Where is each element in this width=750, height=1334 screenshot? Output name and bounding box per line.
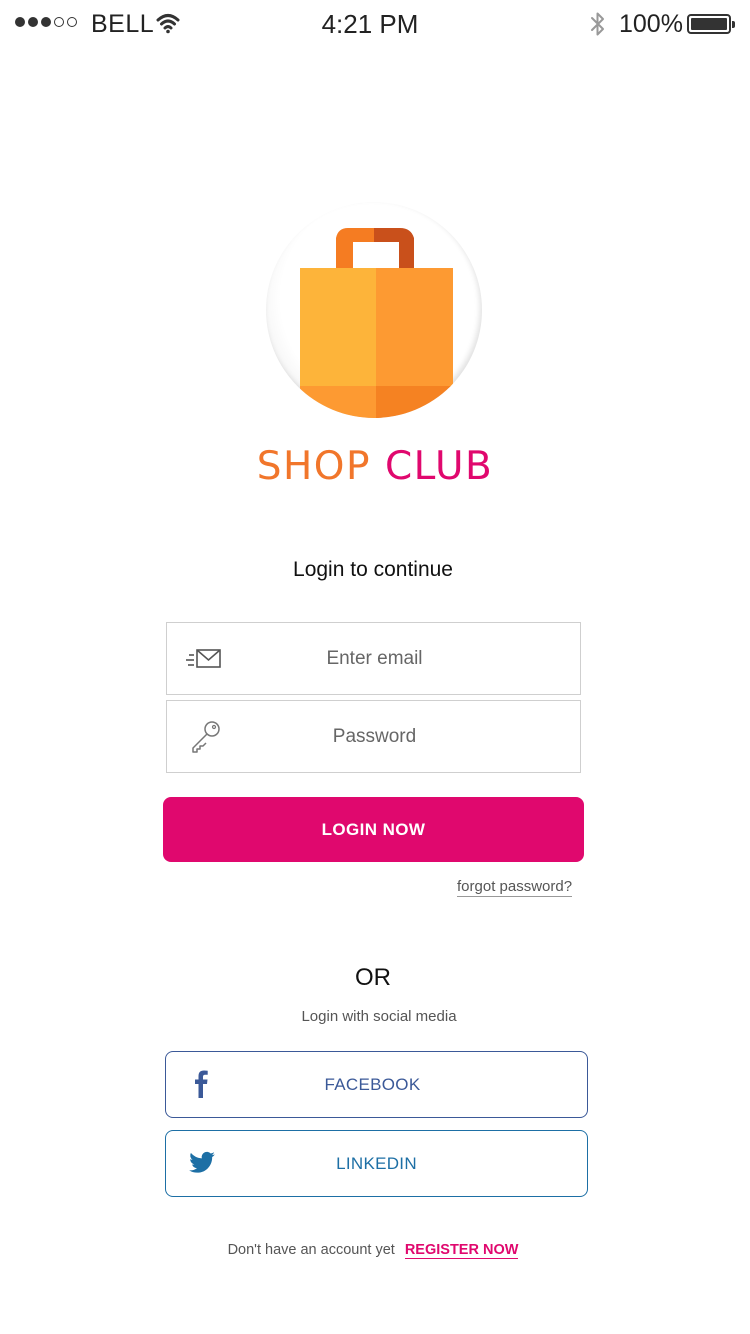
- email-input[interactable]: [227, 623, 522, 694]
- battery-percentage: 100%: [619, 10, 683, 38]
- shopping-bag-icon: [300, 228, 453, 418]
- password-field[interactable]: [166, 700, 581, 773]
- login-button[interactable]: LOGIN NOW: [163, 797, 584, 862]
- forgot-password-link[interactable]: forgot password?: [457, 878, 573, 897]
- email-field[interactable]: [166, 622, 581, 695]
- brand-name: SHOP CLUB: [0, 444, 750, 489]
- password-input[interactable]: [227, 701, 522, 772]
- envelope-icon: [185, 641, 223, 682]
- status-bar: BELL 4:21 PM 100%: [0, 0, 750, 50]
- shopping-bag-logo: [266, 202, 482, 418]
- brand-word-club: CLUB: [384, 444, 494, 489]
- login-screen: BELL 4:21 PM 100% SHOP CLUB Login to con…: [0, 0, 750, 1334]
- linkedin-label: LINKEDIN: [336, 1154, 417, 1173]
- register-row: Don't have an account yet REGISTER NOW: [0, 1242, 746, 1259]
- facebook-label: FACEBOOK: [324, 1075, 421, 1094]
- bluetooth-icon: [589, 10, 607, 43]
- linkedin-login-button[interactable]: LINKEDIN: [165, 1130, 588, 1197]
- key-icon: [185, 719, 225, 760]
- or-divider: OR: [355, 964, 391, 991]
- login-heading: Login to continue: [293, 558, 453, 581]
- register-now-link[interactable]: REGISTER NOW: [404, 1242, 519, 1259]
- facebook-login-button[interactable]: FACEBOOK: [165, 1051, 588, 1118]
- brand-word-shop: SHOP: [256, 444, 372, 489]
- battery-icon: [687, 14, 735, 34]
- social-login-caption: Login with social media: [301, 1008, 457, 1025]
- register-prompt: Don't have an account yet: [227, 1242, 395, 1258]
